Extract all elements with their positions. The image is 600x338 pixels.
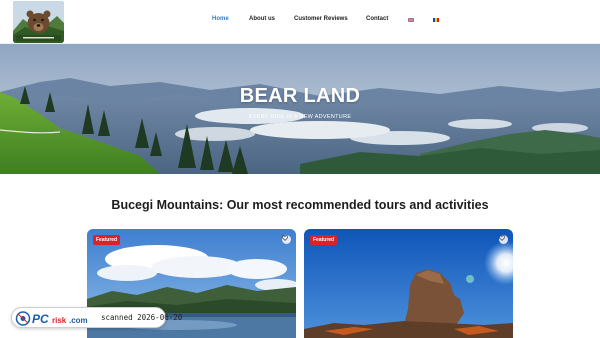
mountain-landscape-image — [0, 44, 600, 174]
section-title: Bucegi Mountains: Our most recommended t… — [111, 198, 489, 212]
tour-card[interactable]: Featured — [304, 229, 513, 338]
en-flag-icon[interactable] — [408, 18, 414, 22]
ro-flag-icon[interactable] — [433, 18, 439, 22]
hero-title: BEAR LAND — [239, 85, 361, 107]
sphinx-rock-image — [304, 229, 513, 338]
heart-icon — [282, 235, 288, 241]
hero-subtitle: EVERY RIDE IS A NEW ADVENTURE — [248, 114, 352, 120]
nav-about-us[interactable]: About us — [249, 16, 275, 22]
svg-text:risk: risk — [52, 316, 67, 325]
site-header: Home About us Customer Reviews Contact — [0, 0, 600, 44]
favorite-button[interactable] — [499, 235, 508, 244]
hero-banner: BEAR LAND EVERY RIDE IS A NEW ADVENTURE — [0, 44, 600, 174]
favorite-button[interactable] — [282, 235, 291, 244]
scan-date-text: scanned 2026-06-20 — [101, 313, 183, 322]
featured-badge: Featured — [93, 235, 121, 245]
nav-customer-reviews[interactable]: Customer Reviews — [294, 16, 348, 22]
nav-contact[interactable]: Contact — [366, 16, 388, 22]
main-nav: Home About us Customer Reviews Contact — [0, 16, 600, 28]
pcrisk-logo: PC risk .com — [15, 311, 88, 326]
nav-home[interactable]: Home — [212, 16, 229, 22]
svg-text:.com: .com — [69, 316, 88, 325]
scan-watermark: PC risk .com scanned 2026-06-20 — [11, 307, 182, 328]
svg-text:PC: PC — [32, 312, 49, 326]
heart-icon — [499, 235, 505, 241]
featured-badge: Featured — [310, 235, 338, 245]
